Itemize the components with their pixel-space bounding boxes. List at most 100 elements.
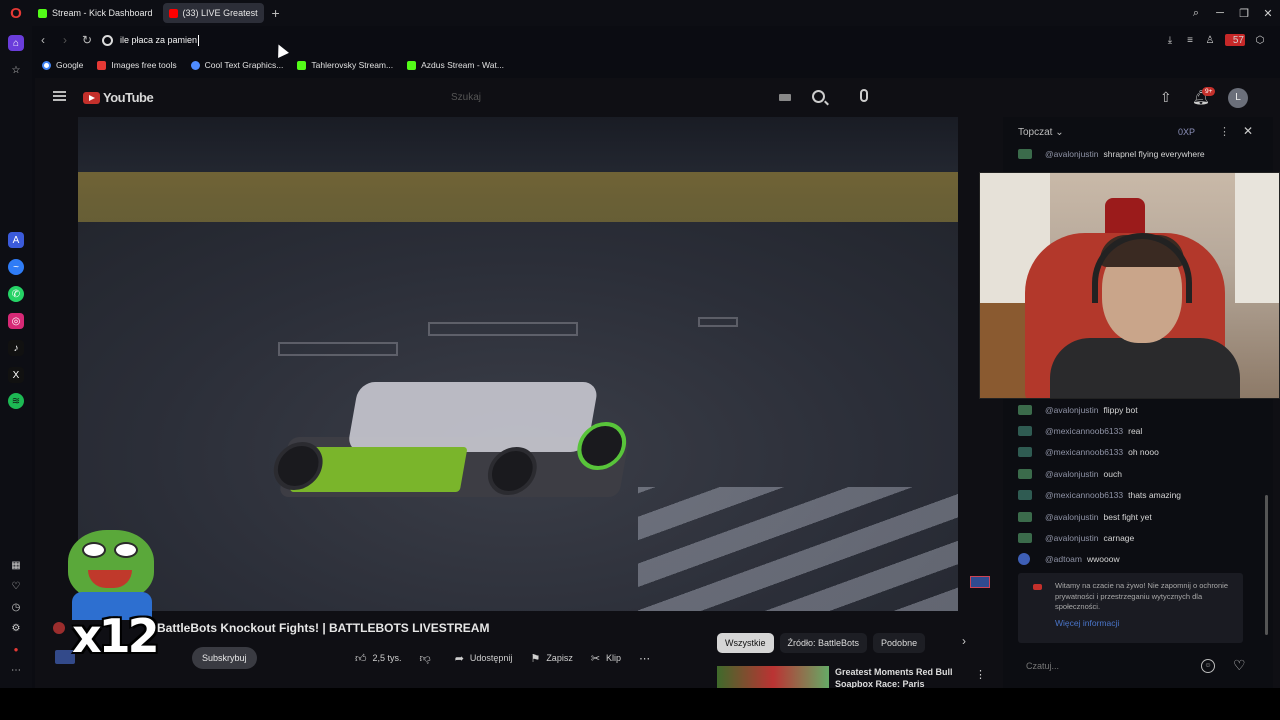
- share-button[interactable]: ➦ Udostępnij: [455, 652, 513, 665]
- subscribe-button[interactable]: Subskrybuj: [192, 647, 257, 669]
- video-player[interactable]: [78, 117, 958, 611]
- user-avatar: [1018, 553, 1030, 565]
- chat-message: @adtoam wwooow: [1018, 552, 1120, 566]
- chat-user[interactable]: @mexicannoob6133: [1045, 490, 1123, 500]
- chat-user[interactable]: @mexicannoob6133: [1045, 447, 1123, 457]
- upload-icon[interactable]: ⇧: [1160, 89, 1172, 106]
- messenger-icon[interactable]: ~: [8, 259, 24, 275]
- chip-all[interactable]: Wszystkie: [717, 633, 774, 653]
- opera-icon[interactable]: ●: [8, 641, 24, 657]
- filter-chips: Wszystkie Źródło: BattleBots Podobne: [717, 632, 931, 654]
- tiktok-icon[interactable]: ♪: [8, 340, 24, 356]
- speed-dial-icon[interactable]: ☆: [8, 62, 24, 78]
- spotify-icon[interactable]: ≋: [8, 393, 24, 409]
- recommended-thumbnail[interactable]: [717, 666, 829, 688]
- download-icon[interactable]: ⤓: [1160, 35, 1180, 46]
- dislike-button[interactable]: 👎︎: [420, 652, 437, 665]
- bookmark-images-free-tools[interactable]: Images free tools: [97, 60, 177, 70]
- whatsapp-icon[interactable]: ✆: [8, 286, 24, 302]
- search-input[interactable]: Szukaj: [445, 88, 765, 108]
- save-button[interactable]: ⚑ Zapisz: [530, 652, 572, 665]
- user-avatar: [1018, 426, 1032, 436]
- notification-badge: 9+: [1202, 87, 1216, 96]
- arena-wall: [78, 172, 958, 222]
- cooltext-icon: [190, 60, 200, 70]
- vpn-button[interactable]: 57: [1220, 34, 1250, 46]
- instagram-icon[interactable]: ◎: [8, 313, 24, 329]
- xp-counter[interactable]: 0XP: [1178, 127, 1195, 137]
- chat-user[interactable]: @mexicannoob6133: [1045, 426, 1123, 436]
- search-icon[interactable]: [812, 90, 825, 103]
- keyboard-icon[interactable]: [779, 94, 791, 101]
- opera-logo-icon[interactable]: O: [0, 0, 32, 26]
- avatar[interactable]: L: [1228, 88, 1248, 108]
- reload-icon[interactable]: ↻: [76, 33, 98, 47]
- clip-label: Klip: [606, 653, 622, 663]
- tab-label: (33) LIVE Greatest: [182, 8, 258, 18]
- emote-eye: [82, 542, 106, 558]
- forward-icon[interactable]: ›: [54, 33, 76, 47]
- menu-icon[interactable]: [53, 91, 66, 101]
- emoji-icon[interactable]: ☺: [1201, 659, 1215, 673]
- chat-welcome-notice: Witamy na czacie na żywo! Nie zapomnij o…: [1018, 573, 1243, 643]
- bookmark-label: Tahlerovsky Stream...: [311, 60, 394, 70]
- chat-user[interactable]: @avalonjustin: [1045, 405, 1099, 415]
- bookmark-cool-text[interactable]: Cool Text Graphics...: [190, 60, 283, 70]
- miniplayer-icon[interactable]: [970, 576, 990, 588]
- pepe-emote-icon: [62, 530, 162, 620]
- x-twitter-icon[interactable]: X: [8, 367, 24, 383]
- chat-scrollbar[interactable]: [1265, 495, 1268, 635]
- url-text: ile płaca za pamien: [120, 35, 198, 45]
- youtube-header: YouTube Szukaj ⇧ 🔔︎ 9+ L: [35, 78, 1280, 118]
- chip-related[interactable]: Podobne: [873, 633, 926, 653]
- floor-stripes: [638, 487, 958, 611]
- bookmark-azdus[interactable]: Azdus Stream - Wat...: [407, 60, 504, 70]
- tab-youtube-live[interactable]: (33) LIVE Greatest: [162, 3, 264, 23]
- chat-user[interactable]: @avalonjustin: [1045, 512, 1099, 522]
- more-icon[interactable]: ⋮: [975, 668, 986, 681]
- chat-user[interactable]: @adtoam: [1045, 554, 1082, 564]
- live-indicator: [53, 622, 65, 634]
- like-button[interactable]: 👍︎ 2,5 tys.: [355, 652, 402, 665]
- minimize-icon[interactable]: ─: [1208, 7, 1232, 19]
- chip-source[interactable]: Źródło: BattleBots: [779, 633, 868, 653]
- chat-mode-dropdown[interactable]: Topczat ⌄: [1018, 127, 1064, 138]
- aria-icon[interactable]: A: [8, 232, 24, 248]
- url-input[interactable]: ile płaca za pamien: [102, 29, 1160, 51]
- more-actions-button[interactable]: ⋯: [639, 652, 656, 665]
- bookmark-tahlerovsky[interactable]: Tahlerovsky Stream...: [297, 60, 393, 70]
- search-tabs-icon[interactable]: ⌕: [1184, 7, 1208, 20]
- profile-icon[interactable]: ♙: [1200, 35, 1220, 46]
- close-window-icon[interactable]: ✕: [1256, 7, 1280, 20]
- chat-message: @mexicannoob6133 oh nooo: [1018, 445, 1159, 459]
- chat-input[interactable]: Czatuj...: [1018, 657, 1193, 675]
- easy-setup-icon[interactable]: ≡: [1180, 35, 1200, 46]
- tab-kick-dashboard[interactable]: Stream - Kick Dashboard: [32, 3, 159, 23]
- more-icon[interactable]: ⋯: [8, 662, 24, 678]
- new-tab-button[interactable]: +: [268, 5, 284, 21]
- home-icon[interactable]: ⌂: [8, 35, 24, 51]
- apps-grid-icon[interactable]: ▦: [8, 557, 24, 573]
- back-icon[interactable]: ‹: [32, 33, 54, 47]
- chat-user[interactable]: @avalonjustin: [1045, 533, 1099, 543]
- maximize-icon[interactable]: ❐: [1232, 7, 1256, 20]
- extensions-icon[interactable]: ⬡: [1250, 35, 1270, 46]
- heart-icon[interactable]: ♡: [8, 578, 24, 594]
- learn-more-link[interactable]: Więcej informacji: [1055, 618, 1119, 628]
- user-avatar: [1018, 490, 1032, 500]
- history-icon[interactable]: ◷: [8, 599, 24, 615]
- youtube-logo[interactable]: YouTube: [83, 90, 154, 105]
- heart-icon[interactable]: ♡: [1233, 657, 1246, 674]
- more-icon[interactable]: ⋮: [1219, 125, 1230, 138]
- settings-icon[interactable]: ⚙: [8, 620, 24, 636]
- user-avatar: [1018, 533, 1032, 543]
- recommended-title[interactable]: Greatest Moments Red Bull Soapbox Race: …: [835, 666, 980, 688]
- chat-user[interactable]: @avalonjustin: [1045, 149, 1099, 159]
- microphone-icon[interactable]: [860, 89, 868, 102]
- clip-button[interactable]: ✂ Klip: [591, 652, 621, 665]
- scissors-icon: ✂: [590, 652, 601, 665]
- chat-user[interactable]: @avalonjustin: [1045, 469, 1099, 479]
- chevron-right-icon[interactable]: ›: [962, 634, 966, 648]
- close-icon[interactable]: ✕: [1243, 124, 1253, 138]
- bookmark-google[interactable]: Google: [42, 60, 83, 70]
